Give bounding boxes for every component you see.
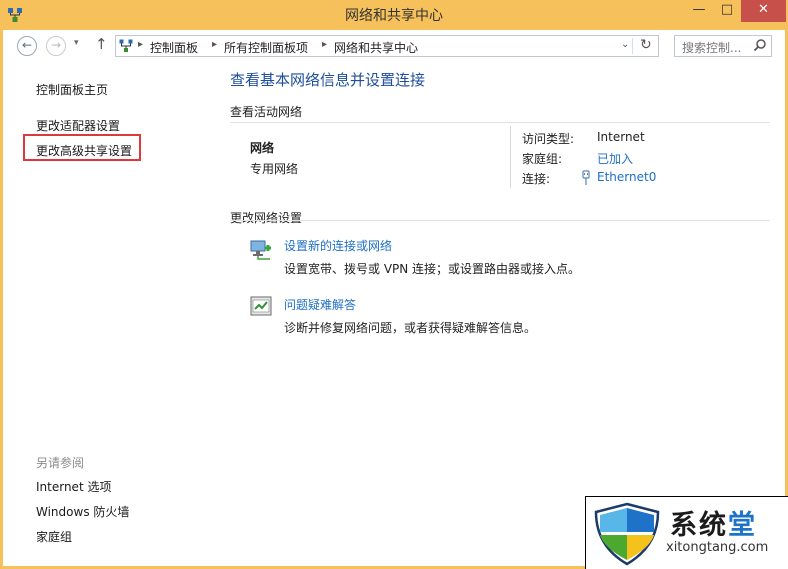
- search-icon[interactable]: [753, 38, 767, 52]
- watermark-title: 系统堂: [670, 503, 757, 542]
- see-also-windows-firewall[interactable]: Windows 防火墙: [36, 503, 129, 520]
- watermark-logo: 系统堂 xitongtang.com: [585, 496, 788, 569]
- homegroup-label: 家庭组:: [522, 152, 563, 166]
- setup-new-connection-link[interactable]: 设置新的连接或网络: [284, 237, 392, 254]
- troubleshoot-description: 诊断并修复网络问题，或者获得疑难解答信息。: [284, 321, 537, 335]
- recent-locations-dropdown-icon[interactable]: ▾: [74, 38, 79, 48]
- refresh-icon[interactable]: ↻: [640, 37, 652, 53]
- ethernet-connection-link[interactable]: Ethernet0: [597, 170, 656, 184]
- title-bar: 网络和共享中心 — □ ✕: [0, 0, 788, 30]
- breadcrumb-network-center[interactable]: 网络和共享中心: [334, 39, 418, 56]
- breadcrumb-all-items[interactable]: 所有控制面板项: [224, 39, 308, 56]
- homegroup-link[interactable]: 已加入: [597, 150, 633, 167]
- page-title: 查看基本网络信息并设置连接: [230, 71, 426, 89]
- selection-highlight-box: [23, 134, 141, 161]
- section-divider: [230, 220, 770, 221]
- search-input[interactable]: 搜索控制...: [674, 35, 772, 57]
- navigation-bar: ← → ▾ ↑ ▸ 控制面板 ▸ 所有控制面板项 ▸ 网络和共享中心 ⌄ ↻ 搜…: [3, 30, 785, 63]
- active-networks-heading: 查看活动网络: [230, 105, 303, 119]
- breadcrumb-separator-icon[interactable]: ▸: [138, 39, 143, 50]
- see-also-heading: 另请参阅: [36, 456, 85, 470]
- close-button[interactable]: ✕: [741, 0, 786, 22]
- maximize-button[interactable]: □: [713, 0, 741, 22]
- connection-label: 连接:: [522, 172, 551, 186]
- window-client: ← → ▾ ↑ ▸ 控制面板 ▸ 所有控制面板项 ▸ 网络和共享中心 ⌄ ↻ 搜…: [3, 30, 785, 566]
- shield-icon: [594, 502, 660, 566]
- change-settings-heading: 更改网络设置: [230, 211, 303, 225]
- see-also-homegroup[interactable]: 家庭组: [36, 528, 72, 545]
- setup-new-connection-description: 设置宽带、拨号或 VPN 连接；或设置路由器或接入点。: [284, 262, 581, 276]
- watermark-url: xitongtang.com: [666, 540, 769, 555]
- new-connection-icon: [250, 240, 271, 260]
- search-placeholder: 搜索控制...: [682, 41, 742, 55]
- watermark-title-part2: 堂: [728, 510, 757, 541]
- address-history-dropdown-icon[interactable]: ⌄: [621, 39, 629, 50]
- watermark-title-part1: 系统: [670, 510, 728, 541]
- breadcrumb-separator-icon[interactable]: ▸: [212, 39, 217, 50]
- forward-button[interactable]: →: [46, 36, 66, 56]
- sidebar-control-panel-home[interactable]: 控制面板主页: [36, 81, 108, 98]
- troubleshoot-icon: [250, 296, 272, 316]
- breadcrumb-control-panel[interactable]: 控制面板: [150, 39, 198, 56]
- address-bar[interactable]: ▸ 控制面板 ▸ 所有控制面板项 ▸ 网络和共享中心 ⌄ ↻: [115, 35, 659, 57]
- control-panel-icon: [119, 39, 133, 52]
- breadcrumb-separator-icon[interactable]: ▸: [322, 39, 327, 50]
- address-divider: [632, 38, 633, 54]
- sidebar-change-adapter-settings[interactable]: 更改适配器设置: [36, 117, 120, 134]
- back-button[interactable]: ←: [17, 36, 37, 56]
- access-type-value: Internet: [597, 130, 645, 144]
- section-divider: [230, 122, 770, 123]
- troubleshoot-link[interactable]: 问题疑难解答: [284, 296, 356, 313]
- up-button[interactable]: ↑: [95, 35, 108, 53]
- network-divider: [510, 126, 511, 188]
- minimize-button[interactable]: —: [685, 0, 713, 22]
- window-title: 网络和共享中心: [345, 8, 443, 24]
- network-category[interactable]: 专用网络: [250, 160, 298, 177]
- ethernet-icon: [582, 170, 590, 185]
- access-type-label: 访问类型:: [522, 132, 575, 146]
- see-also-internet-options[interactable]: Internet 选项: [36, 478, 111, 495]
- network-name: 网络: [250, 141, 275, 155]
